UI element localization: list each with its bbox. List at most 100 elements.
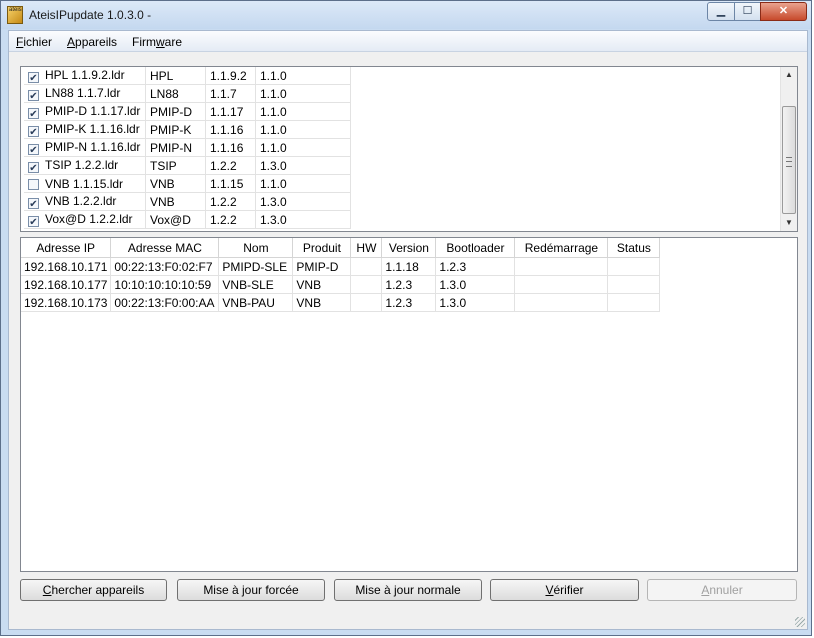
- firmware-list[interactable]: ✔ HPL 1.1.9.2.ldr HPL 1.1.9.2 1.1.0 ✔ LN88 1.1…: [20, 66, 798, 232]
- firmware-row[interactable]: ✔ PMIP-N 1.1.16.ldr PMIP-N 1.1.16 1.1.0: [24, 138, 351, 157]
- device-cell: PMIPD-SLE: [218, 257, 294, 276]
- firmware-file: VNB 1.2.2.ldr: [45, 194, 117, 208]
- device-cell: 1.3.0: [435, 293, 516, 312]
- device-cell: [514, 293, 609, 312]
- firmware-row[interactable]: ✔ PMIP-D 1.1.17.ldr PMIP-D 1.1.17 1.1.0: [24, 102, 351, 121]
- firmware-checkbox[interactable]: ✔: [28, 90, 39, 102]
- device-cell: [514, 275, 609, 294]
- firmware-row[interactable]: ✔ PMIP-K 1.1.16.ldr PMIP-K 1.1.16 1.1.0: [24, 120, 351, 139]
- device-row[interactable]: 192.168.10.177 10:10:10:10:10:59 VNB-SLE VN…: [21, 275, 661, 294]
- column-header[interactable]: HW: [350, 238, 383, 258]
- device-cell: [607, 257, 661, 276]
- firmware-checkbox[interactable]: ✔: [28, 144, 39, 156]
- firmware-version: 1.1.15: [205, 174, 256, 193]
- device-cell: [350, 257, 383, 276]
- column-header[interactable]: Produit: [292, 238, 352, 258]
- cancel-button: Annuler: [647, 579, 797, 601]
- firmware-file: TSIP 1.2.2.ldr: [45, 158, 119, 172]
- firmware-product: VNB: [145, 174, 206, 193]
- device-cell: 192.168.10.177: [21, 275, 112, 294]
- firmware-file: HPL 1.1.9.2.ldr: [45, 68, 125, 82]
- firmware-checkbox[interactable]: ✔: [28, 198, 39, 210]
- device-cell: 192.168.10.171: [21, 257, 112, 276]
- device-cell: [607, 293, 661, 312]
- device-cell: 1.2.3: [381, 293, 437, 312]
- firmware-file: VNB 1.1.15.ldr: [45, 176, 124, 191]
- scroll-thumb[interactable]: [782, 106, 796, 214]
- column-header[interactable]: Status: [607, 238, 661, 258]
- device-cell: 1.3.0: [435, 275, 516, 294]
- forced-update-button[interactable]: Mise à jour forcée: [177, 579, 325, 601]
- firmware-checkbox[interactable]: ✔: [28, 126, 39, 138]
- firmware-checkbox[interactable]: [28, 178, 39, 190]
- search-devices-button[interactable]: Chercher appareils: [20, 579, 167, 601]
- column-header[interactable]: Version: [381, 238, 437, 258]
- firmware-row[interactable]: ✔ Vox@D 1.2.2.ldr Vox@D 1.2.2 1.3.0: [24, 210, 351, 229]
- firmware-product: PMIP-D: [145, 102, 206, 121]
- firmware-version: 1.2.2: [205, 156, 256, 175]
- scroll-down-arrow-icon[interactable]: ▼: [781, 215, 797, 231]
- firmware-checkbox[interactable]: ✔: [28, 72, 39, 84]
- grip-icon: [786, 157, 792, 167]
- device-cell: 1.2.3: [435, 257, 516, 276]
- firmware-checkbox[interactable]: ✔: [28, 216, 39, 228]
- firmware-file: Vox@D 1.2.2.ldr: [45, 212, 133, 226]
- resize-grip-icon[interactable]: [795, 617, 805, 627]
- column-header[interactable]: Adresse IP: [21, 238, 112, 258]
- verify-button[interactable]: Vérifier: [490, 579, 639, 601]
- firmware-version: 1.1.9.2: [205, 67, 256, 85]
- normal-update-button[interactable]: Mise à jour normale: [334, 579, 482, 601]
- firmware-product: PMIP-K: [145, 120, 206, 139]
- device-cell: 00:22:13:F0:02:F7: [110, 257, 220, 276]
- device-cell: [607, 275, 661, 294]
- device-table: Adresse IP Adresse MAC Nom Produit HW Version…: [21, 238, 661, 312]
- menu-firmware[interactable]: Firmware: [132, 35, 182, 49]
- firmware-product: VNB: [145, 192, 206, 211]
- close-button[interactable]: ✕: [760, 2, 807, 21]
- firmware-row[interactable]: VNB 1.1.15.ldr VNB 1.1.15 1.1.0: [24, 174, 351, 193]
- column-header[interactable]: Nom: [218, 238, 294, 258]
- app-icon[interactable]: ateis: [7, 6, 23, 24]
- menu-bar: Fichier Appareils Firmware: [9, 31, 807, 52]
- device-cell: 00:22:13:F0:00:AA: [110, 293, 220, 312]
- device-cell: [350, 293, 383, 312]
- firmware-product: Vox@D: [145, 210, 206, 229]
- firmware-boot: 1.3.0: [255, 192, 351, 211]
- firmware-checkbox[interactable]: ✔: [28, 108, 39, 120]
- device-row[interactable]: 192.168.10.171 00:22:13:F0:02:F7 PMIPD-SLE…: [21, 257, 661, 276]
- app-window: ateis AteisIPupdate 1.0.3.0 - ▁ ☐ ✕ Fich…: [0, 0, 812, 636]
- device-cell: 10:10:10:10:10:59: [110, 275, 220, 294]
- firmware-boot: 1.1.0: [255, 120, 351, 139]
- device-list[interactable]: Adresse IP Adresse MAC Nom Produit HW Version…: [20, 237, 798, 572]
- menu-appareils[interactable]: Appareils: [67, 35, 117, 49]
- menu-fichier[interactable]: Fichier: [16, 35, 52, 49]
- column-header[interactable]: Bootloader: [435, 238, 516, 258]
- firmware-product: HPL: [145, 67, 206, 85]
- title-bar[interactable]: ateis AteisIPupdate 1.0.3.0 - ▁ ☐ ✕: [1, 1, 811, 29]
- device-cell: VNB-SLE: [218, 275, 294, 294]
- firmware-row[interactable]: ✔ TSIP 1.2.2.ldr TSIP 1.2.2 1.3.0: [24, 156, 351, 175]
- firmware-boot: 1.1.0: [255, 102, 351, 121]
- device-cell: 1.1.18: [381, 257, 437, 276]
- firmware-row[interactable]: ✔ HPL 1.1.9.2.ldr HPL 1.1.9.2 1.1.0: [24, 67, 351, 85]
- firmware-product: PMIP-N: [145, 138, 206, 157]
- firmware-boot: 1.1.0: [255, 84, 351, 103]
- firmware-row[interactable]: ✔ VNB 1.2.2.ldr VNB 1.2.2 1.3.0: [24, 192, 351, 211]
- column-header[interactable]: Redémarrage: [514, 238, 609, 258]
- device-cell: VNB: [292, 293, 352, 312]
- firmware-file: PMIP-K 1.1.16.ldr: [45, 122, 140, 136]
- firmware-boot: 1.1.0: [255, 67, 351, 85]
- scroll-up-arrow-icon[interactable]: ▲: [781, 67, 797, 83]
- firmware-checkbox[interactable]: ✔: [28, 162, 39, 174]
- firmware-version: 1.2.2: [205, 210, 256, 229]
- maximize-button[interactable]: ☐: [734, 2, 761, 21]
- minimize-button[interactable]: ▁: [707, 2, 735, 21]
- device-row[interactable]: 192.168.10.173 00:22:13:F0:00:AA VNB-PAU VN…: [21, 293, 661, 312]
- firmware-boot: 1.1.0: [255, 138, 351, 157]
- firmware-version: 1.1.16: [205, 120, 256, 139]
- firmware-row[interactable]: ✔ LN88 1.1.7.ldr LN88 1.1.7 1.1.0: [24, 84, 351, 103]
- column-header[interactable]: Adresse MAC: [110, 238, 220, 258]
- firmware-scrollbar[interactable]: ▲ ▼: [780, 67, 797, 231]
- device-cell: VNB-PAU: [218, 293, 294, 312]
- firmware-version: 1.2.2: [205, 192, 256, 211]
